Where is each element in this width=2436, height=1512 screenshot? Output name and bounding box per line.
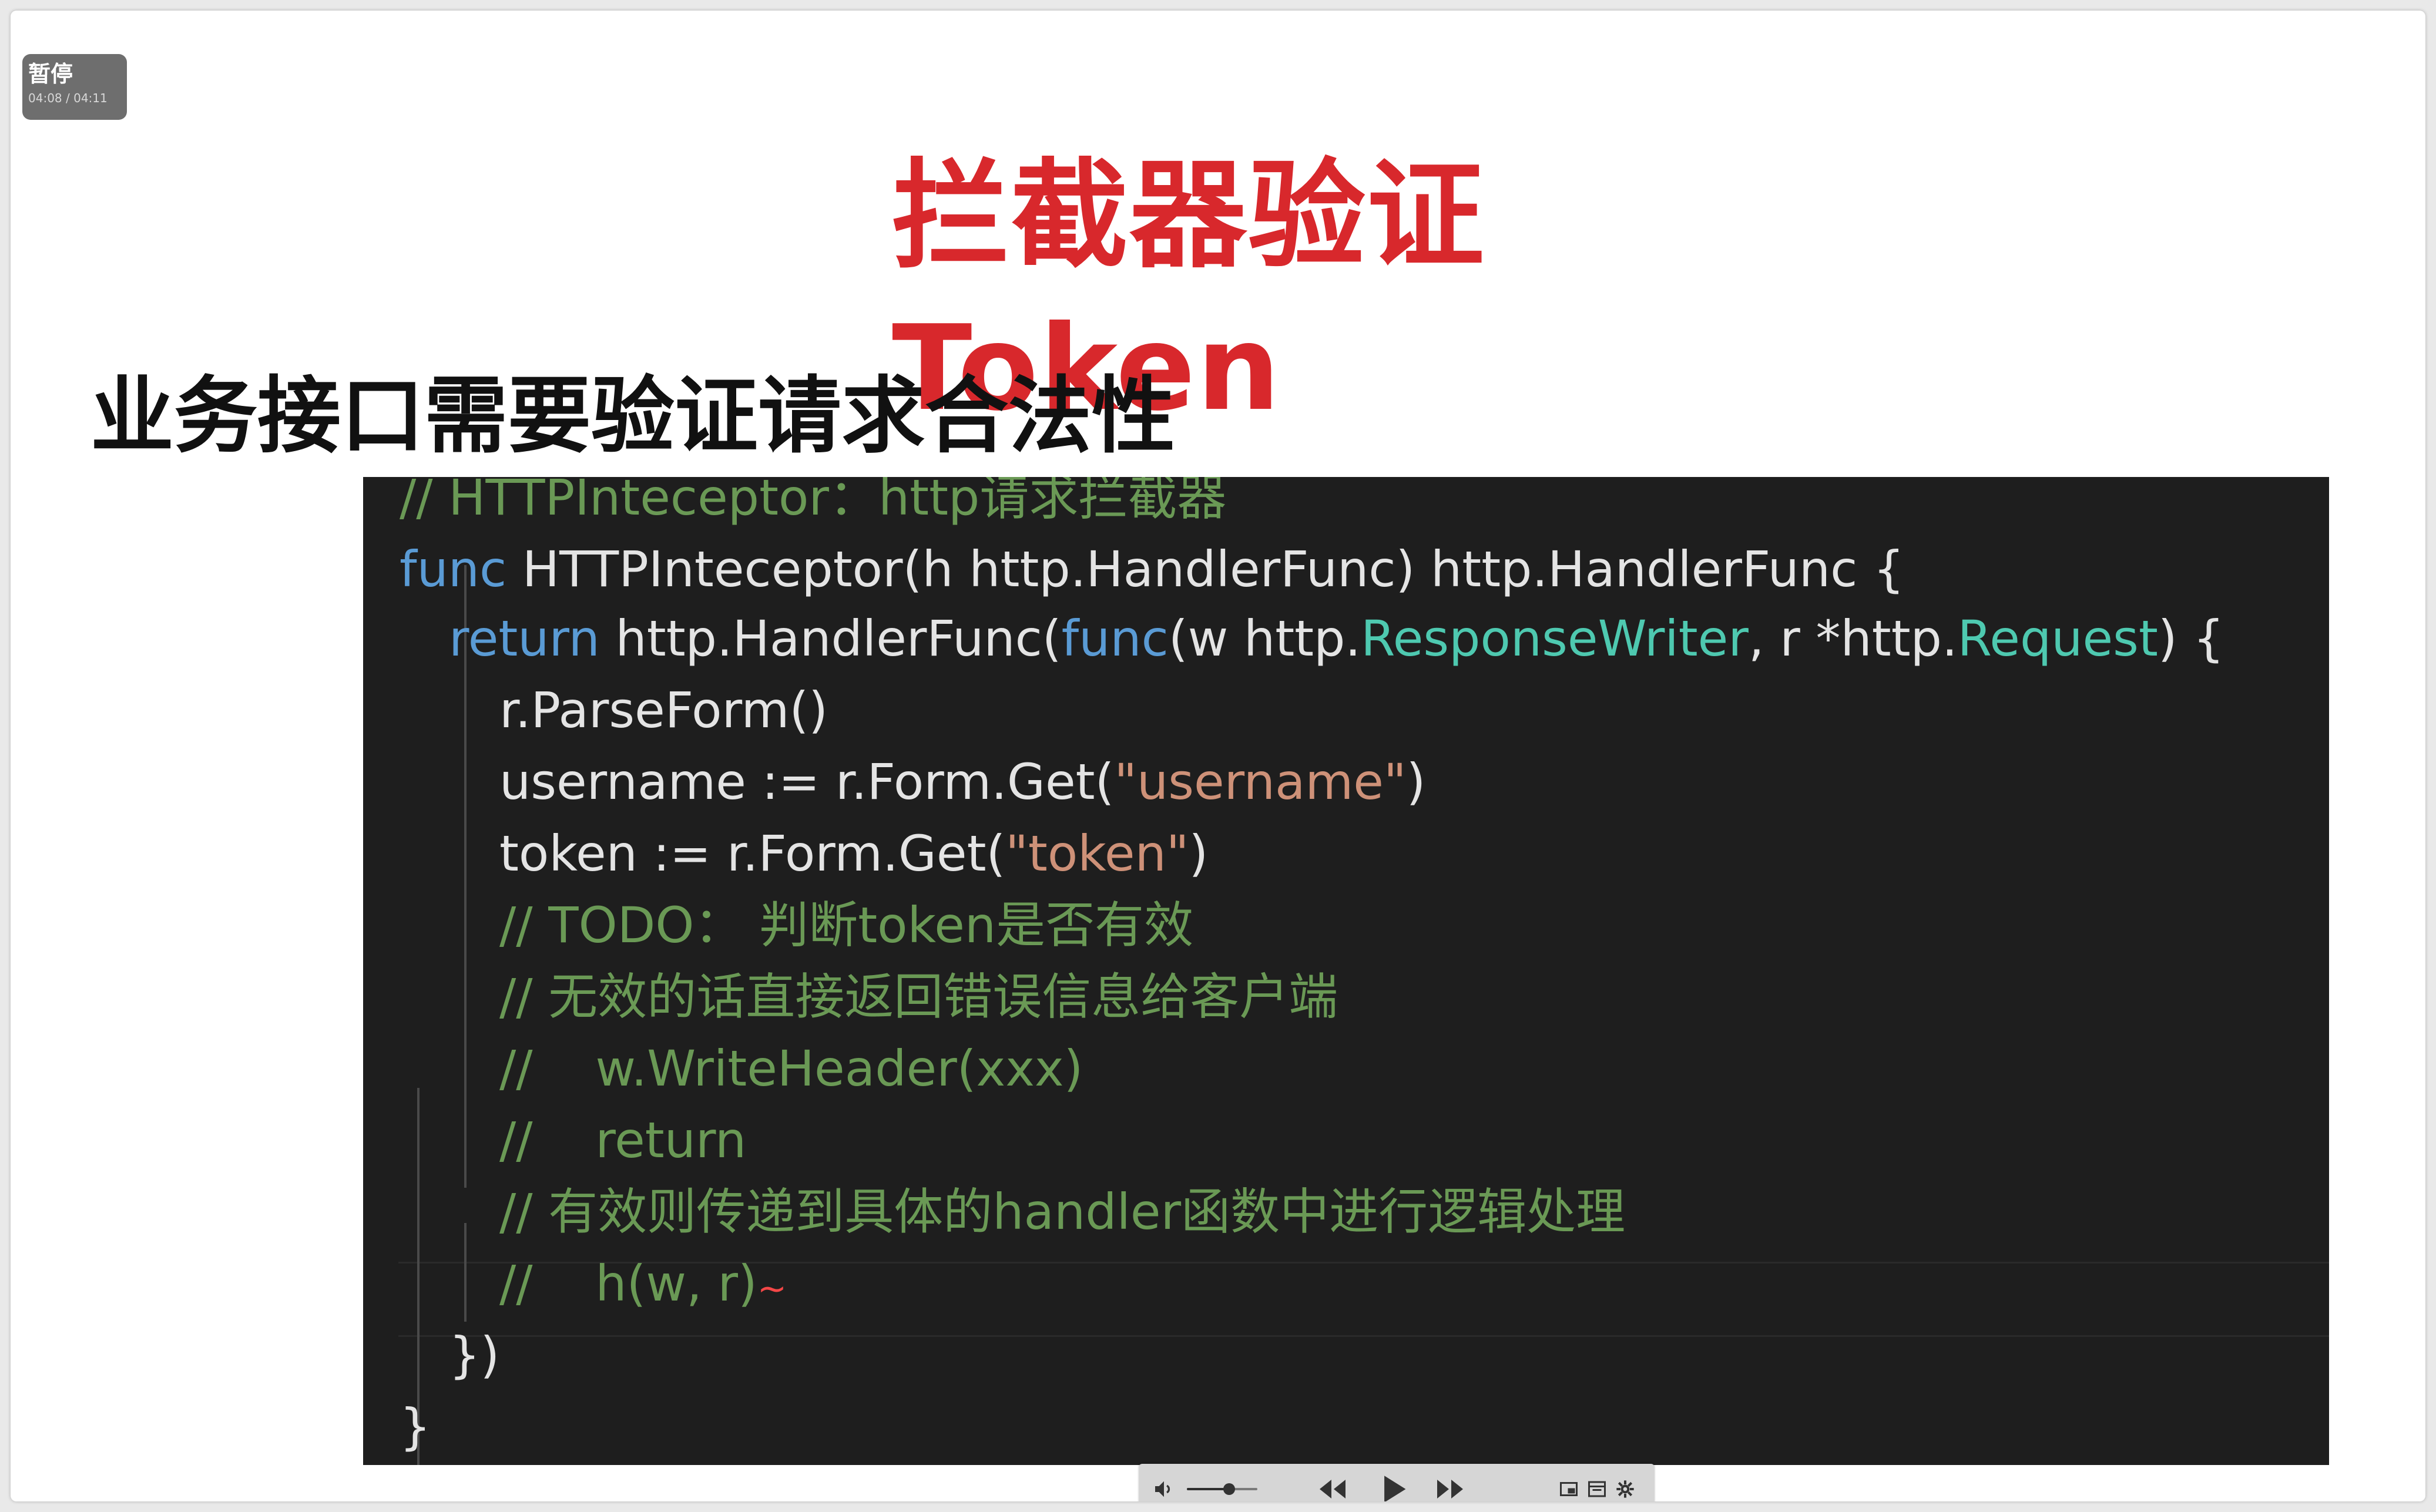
video-frame: 暂停 04:08 / 04:11 拦截器验证Token 业务接口需要验证请求合法… — [11, 11, 2425, 1501]
code-line-token: token := r.Form.Get("token") — [499, 818, 1208, 889]
slide-subtitle: 业务接口需要验证请求合法性 — [90, 368, 1175, 465]
rewind-icon[interactable] — [1315, 1464, 1350, 1501]
code-text: , r *http. — [1748, 610, 1958, 667]
code-text: // h(w, r) — [499, 1255, 757, 1312]
volume-slider[interactable] — [1187, 1483, 1257, 1495]
code-editor-panel: // HTTPInteceptor：http请求拦截器 func HTTPInt… — [363, 477, 2329, 1465]
keyword-func: func — [400, 540, 507, 598]
code-line-close-brace: } — [400, 1398, 431, 1456]
code-comment-line: // w.WriteHeader(xxx) — [499, 1040, 1083, 1097]
playback-time: 04:08 / 04:11 — [28, 91, 108, 105]
code-text: ) { — [2157, 610, 2224, 667]
code-text: ) — [1406, 753, 1426, 811]
code-line-func: func HTTPInteceptor(h http.HandlerFunc) … — [400, 533, 1904, 605]
code-comment-line: // return — [499, 1111, 747, 1169]
volume-slider-handle[interactable] — [1223, 1483, 1235, 1495]
keyword-return: return — [449, 610, 600, 667]
playback-status-badge: 暂停 04:08 / 04:11 — [22, 54, 127, 120]
window-icon[interactable] — [1585, 1464, 1609, 1501]
indent-guide — [464, 1223, 467, 1322]
code-line-return: return http.HandlerFunc(func(w http.Resp… — [449, 603, 2224, 674]
string-token: "token" — [1005, 825, 1189, 882]
code-text: http.HandlerFunc( — [599, 610, 1062, 667]
code-line-parseform: r.ParseForm() — [499, 681, 828, 739]
string-username: "username" — [1114, 753, 1407, 811]
fast-forward-icon[interactable] — [1432, 1464, 1468, 1501]
player-control-bar — [1139, 1464, 1655, 1501]
volume-icon[interactable] — [1149, 1464, 1179, 1501]
type-request: Request — [1957, 610, 2158, 667]
code-text: token := r.Form.Get( — [499, 825, 1006, 882]
code-comment-line: // h(w, r)~ — [499, 1248, 787, 1319]
keyword-func: func — [1061, 610, 1169, 667]
error-squiggle-icon: ~ — [757, 1268, 787, 1309]
code-text: HTTPInteceptor(h http.HandlerFunc) http.… — [506, 540, 1905, 598]
pause-status-label: 暂停 — [28, 61, 73, 87]
code-text: (w http. — [1168, 610, 1361, 667]
code-comment-line: // 有效则传递到具体的handler函数中进行逻辑处理 — [499, 1183, 1626, 1241]
pip-icon[interactable] — [1557, 1464, 1581, 1501]
code-comment-line: // 无效的话直接返回错误信息给客户端 — [499, 968, 1338, 1026]
type-responsewriter: ResponseWriter — [1361, 610, 1749, 667]
code-text: username := r.Form.Get( — [499, 753, 1115, 811]
code-line-close-func: }) — [449, 1326, 500, 1384]
settings-icon[interactable] — [1613, 1464, 1637, 1501]
code-comment-line: // HTTPInteceptor：http请求拦截器 — [400, 477, 1227, 526]
play-icon[interactable] — [1376, 1464, 1411, 1501]
code-line-username: username := r.Form.Get("username") — [499, 746, 1425, 818]
code-text: ) — [1189, 825, 1209, 882]
code-comment-line: // TODO： 判断token是否有效 — [499, 896, 1194, 954]
